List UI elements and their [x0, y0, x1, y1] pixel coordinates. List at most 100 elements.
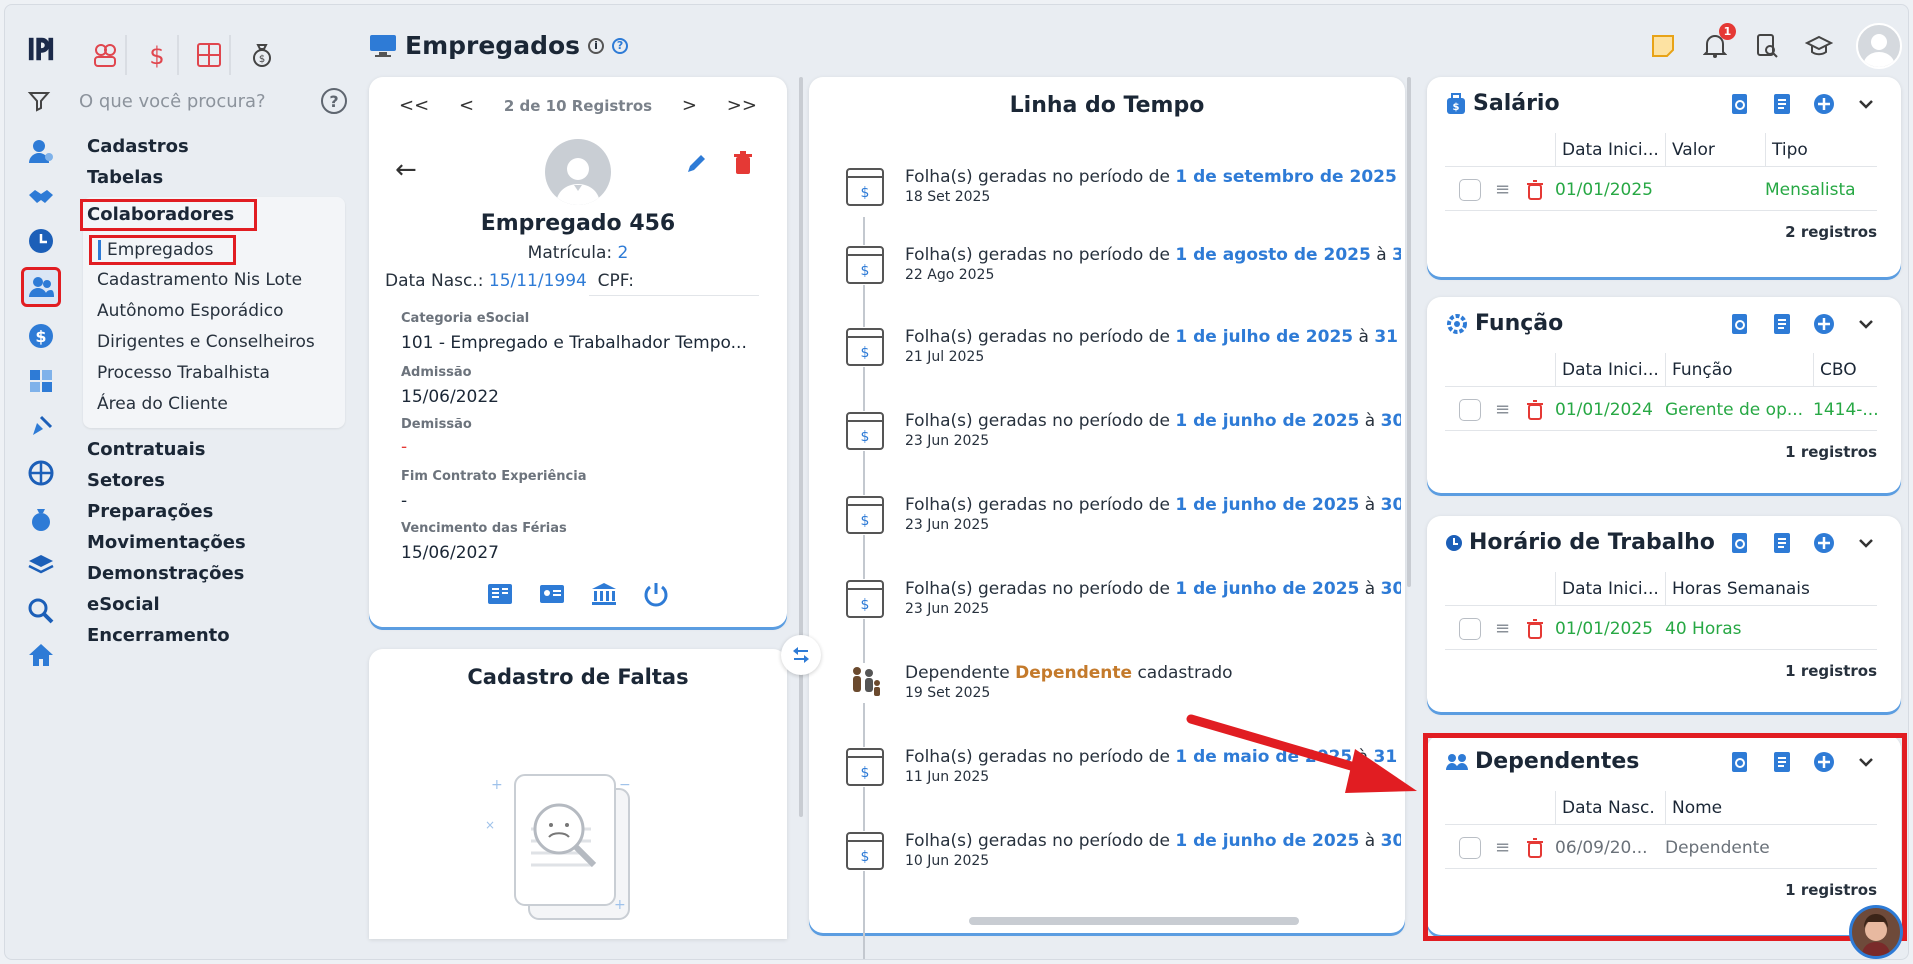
col-data-inicio[interactable]: Data Inici... [1555, 572, 1665, 605]
menu-item-tabelas[interactable]: Tabelas [83, 162, 353, 193]
money-bag-icon[interactable] [21, 499, 61, 539]
edit-icon[interactable] [685, 151, 709, 175]
info-icon[interactable]: i [588, 37, 605, 54]
row-delete-icon[interactable] [1525, 399, 1545, 420]
add-circle-icon[interactable] [1813, 532, 1835, 554]
calculator-icon[interactable] [21, 361, 61, 401]
search-doc-icon[interactable] [1729, 313, 1751, 335]
list-doc-icon[interactable] [1771, 532, 1793, 554]
col-funcao[interactable]: Função [1665, 353, 1813, 386]
menu-item-esocial[interactable]: eSocial [83, 589, 353, 620]
list-doc-icon[interactable] [1771, 93, 1793, 115]
timeline-item[interactable]: $ Folha(s) geradas no período de 1 de jun… [841, 411, 1401, 457]
bell-icon[interactable]: 1 [1700, 23, 1736, 61]
last-record-button[interactable]: >> [727, 95, 757, 116]
id-card-icon[interactable] [538, 581, 566, 607]
timeline-item[interactable]: $ Folha(s) geradas no período de 1 de jul… [841, 327, 1401, 373]
col-data-inicio[interactable]: Data Inici... [1555, 353, 1665, 386]
help-circle-icon[interactable]: ? [612, 37, 629, 54]
row-checkbox[interactable] [1459, 398, 1481, 421]
timeline-item[interactable]: Dependente Dependente cadastrado 19 Set 2… [841, 663, 1401, 709]
menu-item-contratuais[interactable]: Contratuais [83, 434, 353, 465]
document-search-icon[interactable] [1752, 31, 1782, 61]
swap-panels-button[interactable] [781, 635, 821, 675]
chevron-down-icon[interactable] [1855, 313, 1877, 335]
globe-icon[interactable] [21, 453, 61, 493]
col-cbo[interactable]: CBO [1813, 353, 1877, 386]
drag-handle-icon[interactable]: ≡ [1495, 618, 1513, 639]
timeline-item-date: 11 Jun 2025 [905, 769, 990, 785]
submenu-item-empregados[interactable]: Empregados [89, 235, 237, 265]
submenu-item-area-cliente[interactable]: Área do Cliente [83, 389, 345, 420]
menu-item-demonstracoes[interactable]: Demonstrações [83, 558, 353, 589]
menu-item-colaboradores[interactable]: Colaboradores [80, 199, 258, 231]
prev-record-button[interactable]: < [459, 95, 474, 116]
svg-text:$: $ [861, 263, 870, 279]
submenu-item-processo[interactable]: Processo Trabalhista [83, 358, 345, 389]
timeline-item[interactable]: $ Folha(s) geradas no período de 1 de jun… [841, 831, 1401, 877]
submenu-item-nis-lote[interactable]: Cadastramento Nis Lote [83, 265, 345, 296]
dollar-module-icon[interactable]: $ [137, 35, 179, 75]
logo-icon[interactable] [21, 29, 61, 69]
calculator-module-icon[interactable] [189, 35, 231, 75]
help-icon[interactable]: ? [321, 88, 347, 114]
col-tipo[interactable]: Tipo [1765, 133, 1877, 166]
handshake-icon[interactable] [21, 177, 61, 217]
timeline-scrollbar[interactable] [1407, 77, 1411, 587]
submenu-item-autonomo[interactable]: Autônomo Esporádico [83, 296, 345, 327]
drag-handle-icon[interactable]: ≡ [1495, 179, 1513, 200]
graduation-cap-icon[interactable] [1804, 31, 1834, 61]
search-icon[interactable] [21, 591, 61, 631]
timeline-item[interactable]: $ Folha(s) geradas no período de 1 de jun… [841, 579, 1401, 625]
dollar-icon[interactable]: $ [21, 316, 61, 356]
add-circle-icon[interactable] [1813, 93, 1835, 115]
search-doc-icon[interactable] [1729, 532, 1751, 554]
chevron-down-icon[interactable] [1855, 532, 1877, 554]
trash-icon[interactable] [733, 151, 753, 175]
submenu-item-dirigentes[interactable]: Dirigentes e Conselheiros [83, 327, 345, 358]
horario-table-header: Data Inici... Horas Semanais [1445, 572, 1877, 606]
list-doc-icon[interactable] [1771, 313, 1793, 335]
payroll-doc-icon: $ [845, 167, 885, 207]
row-delete-icon[interactable] [1525, 618, 1545, 639]
search-doc-icon[interactable] [1729, 93, 1751, 115]
menu-item-preparacoes[interactable]: Preparações [83, 496, 353, 527]
left-scrollbar[interactable] [799, 77, 803, 817]
clock-icon[interactable] [21, 221, 61, 261]
chevron-down-icon[interactable] [1855, 93, 1877, 115]
timeline-horizontal-scrollbar[interactable] [969, 917, 1299, 925]
timeline-item[interactable]: $ Folha(s) geradas no período de 1 de ago… [841, 245, 1401, 291]
book-icon[interactable] [486, 581, 514, 607]
assistant-avatar[interactable] [1849, 905, 1903, 959]
menu-item-movimentacoes[interactable]: Movimentações [83, 527, 353, 558]
add-circle-icon[interactable] [1813, 313, 1835, 335]
menu-item-cadastros[interactable]: Cadastros [83, 131, 353, 162]
user-settings-icon[interactable] [21, 131, 61, 171]
layers-icon[interactable] [21, 545, 61, 585]
row-checkbox[interactable] [1459, 178, 1481, 201]
user-avatar[interactable] [1856, 23, 1902, 69]
col-data-inicio[interactable]: Data Inici... [1555, 133, 1665, 166]
next-record-button[interactable]: > [682, 95, 697, 116]
row-checkbox[interactable] [1459, 617, 1481, 640]
drag-handle-icon[interactable]: ≡ [1495, 399, 1513, 420]
timeline-item[interactable]: $ Folha(s) geradas no período de 1 de set… [841, 167, 1401, 213]
pen-icon[interactable] [21, 407, 61, 447]
note-icon[interactable] [1648, 31, 1678, 61]
row-delete-icon[interactable] [1525, 179, 1545, 200]
colaboradores-icon[interactable] [21, 267, 61, 307]
timeline-item[interactable]: $ Folha(s) geradas no período de 1 de jun… [841, 495, 1401, 541]
search-input[interactable]: O que você procura? [79, 91, 321, 112]
money-bag-module-icon[interactable]: $ [241, 35, 283, 75]
people-module-icon[interactable] [85, 35, 127, 75]
menu-item-encerramento[interactable]: Encerramento [83, 620, 353, 651]
col-valor[interactable]: Valor [1665, 133, 1765, 166]
back-arrow-icon[interactable]: ← [395, 155, 417, 185]
col-horas[interactable]: Horas Semanais [1665, 572, 1877, 605]
home-icon[interactable] [21, 635, 61, 675]
filter-icon[interactable] [27, 89, 51, 113]
menu-item-setores[interactable]: Setores [83, 465, 353, 496]
power-icon[interactable] [642, 581, 670, 607]
bank-icon[interactable] [590, 581, 618, 607]
first-record-button[interactable]: << [399, 95, 429, 116]
